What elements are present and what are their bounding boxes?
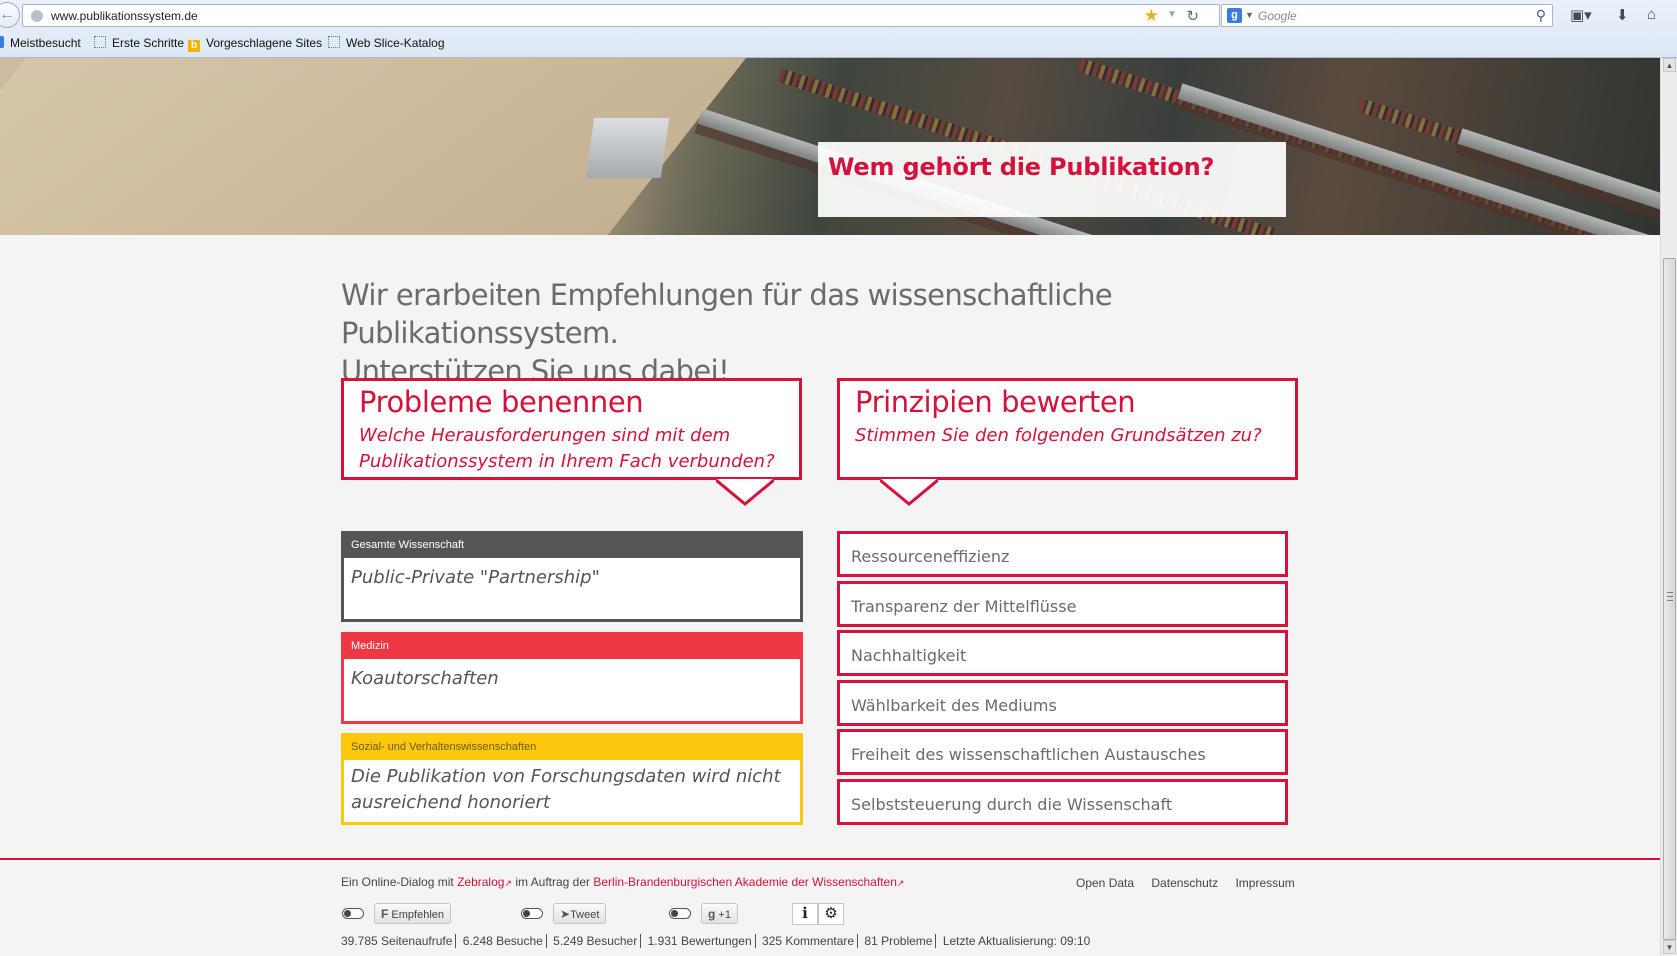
- problem-card[interactable]: Gesamte Wissenschaft Public-Private "Par…: [341, 531, 803, 622]
- twitter-toggle[interactable]: [521, 908, 543, 919]
- browser-toolbar: ← www.publikationssystem.de ★ ▼ ↻ g ▼ Go…: [0, 0, 1677, 58]
- intro-line-1: Wir erarbeiten Empfehlungen für das wiss…: [341, 278, 1113, 350]
- principles-header[interactable]: Prinzipien bewerten Stimmen Sie den folg…: [837, 378, 1298, 506]
- history-dropdown-icon[interactable]: ▼: [1167, 9, 1177, 20]
- info-icon[interactable]: ℹ: [792, 903, 818, 925]
- speech-tail: [880, 479, 938, 506]
- zebralog-link[interactable]: Zebralog: [457, 875, 504, 889]
- problems-header[interactable]: Probleme benennen Welche Herausforderung…: [341, 378, 802, 506]
- search-icon[interactable]: ⚲: [1536, 7, 1546, 24]
- principle-item[interactable]: Transparenz der Mittelflüsse: [837, 581, 1288, 627]
- hero-banner: Wem gehört die Publikation?: [0, 58, 1660, 235]
- principles-heading: Prinzipien bewerten: [855, 385, 1136, 419]
- intro-text: Wir erarbeiten Empfehlungen für das wiss…: [341, 276, 1341, 390]
- gplus-toggle[interactable]: [669, 908, 691, 919]
- open-data-link[interactable]: Open Data: [1076, 876, 1134, 890]
- external-link-icon: ↗: [896, 878, 905, 888]
- principle-item[interactable]: Freiheit des wissenschaftlichen Austausc…: [837, 729, 1288, 775]
- facebook-toggle[interactable]: [342, 908, 364, 919]
- bookmark-erste-schritte[interactable]: Erste Schritte: [94, 36, 184, 50]
- hero-image-desk: [585, 118, 670, 178]
- stat-last-update: Letzte Aktualisierung: 09:10: [942, 934, 1091, 948]
- problem-card[interactable]: Sozial- und Verhaltenswissenschaften Die…: [341, 733, 803, 825]
- problems-subheading: Welche Herausforderungen sind mit dem Pu…: [359, 425, 775, 472]
- problem-category: Sozial- und Verhaltenswissenschaften: [344, 736, 800, 760]
- bookmark-vorgeschlagene-sites[interactable]: b Vorgeschlagene Sites: [188, 36, 322, 52]
- bookmark-folder-icon: [0, 36, 4, 48]
- problem-text: Koautorschaften: [351, 668, 499, 689]
- home-icon[interactable]: ⌂: [1647, 6, 1656, 23]
- facebook-like-button[interactable]: F Empfehlen: [374, 903, 451, 924]
- reload-icon[interactable]: ↻: [1186, 7, 1199, 25]
- twitter-bird-icon: ➤: [560, 907, 571, 921]
- stat-pageviews: 39.785 Seitenaufrufe: [341, 934, 457, 948]
- speech-tail: [716, 479, 774, 506]
- impressum-link[interactable]: Impressum: [1235, 876, 1294, 890]
- tweet-button[interactable]: ➤Tweet: [553, 903, 607, 924]
- principle-item[interactable]: Wählbarkeit des Mediums: [837, 680, 1288, 726]
- search-engine-dropdown-icon[interactable]: ▼: [1245, 10, 1254, 20]
- stat-visits: 6.248 Besuche: [459, 934, 547, 948]
- gplus-button[interactable]: g +1: [701, 903, 738, 924]
- scrollbar-thumb[interactable]: [1663, 258, 1676, 940]
- url-text[interactable]: www.publikationssystem.de: [51, 9, 198, 23]
- problem-card[interactable]: Medizin Koautorschaften: [341, 632, 803, 724]
- grip-icon: [1667, 592, 1673, 601]
- page-icon: [328, 36, 340, 48]
- problem-category: Gesamte Wissenschaft: [344, 534, 800, 558]
- principle-item[interactable]: Ressourceneffizienz: [837, 531, 1288, 577]
- bing-icon: b: [188, 40, 200, 52]
- google-icon[interactable]: g: [1227, 8, 1242, 23]
- problem-text: Die Publikation von Forschungsdaten wird…: [351, 766, 781, 813]
- bookmark-meistbesucht[interactable]: Meistbesucht: [0, 36, 81, 50]
- globe-icon: [31, 10, 43, 22]
- stat-comments: 325 Kommentare: [759, 934, 859, 948]
- problem-category: Medizin: [344, 635, 800, 659]
- vertical-scrollbar[interactable]: ▲ ▼: [1660, 58, 1677, 956]
- footer-credits: Ein Online-Dialog mit Zebralog↗ im Auftr…: [341, 875, 905, 889]
- hero-title-box: Wem gehört die Publikation?: [818, 142, 1286, 217]
- principles-subheading: Stimmen Sie den folgenden Grundsätzen zu…: [855, 425, 1262, 446]
- problem-text: Public-Private "Partnership": [351, 567, 600, 588]
- bookmarks-menu-icon[interactable]: ▣▾: [1570, 6, 1592, 24]
- download-icon[interactable]: ⬇: [1616, 6, 1629, 24]
- stat-ratings: 1.931 Bewertungen: [644, 934, 756, 948]
- stat-problems: 81 Probleme: [861, 934, 937, 948]
- facebook-icon: F: [381, 907, 389, 921]
- address-bar[interactable]: www.publikationssystem.de ★ ▼ ↻: [22, 4, 1220, 27]
- bbaw-link[interactable]: Berlin-Brandenburgischen Akademie der Wi…: [593, 875, 897, 889]
- stat-visitors: 5.249 Besucher: [550, 934, 642, 948]
- problems-heading: Probleme benennen: [359, 385, 644, 419]
- search-input[interactable]: Google: [1258, 9, 1297, 23]
- principle-item[interactable]: Selbststeuerung durch die Wissenschaft: [837, 779, 1288, 825]
- external-link-icon: ↗: [504, 878, 512, 888]
- scroll-up-icon[interactable]: ▲: [1663, 58, 1676, 72]
- datenschutz-link[interactable]: Datenschutz: [1151, 876, 1218, 890]
- gplus-icon: g: [708, 907, 716, 921]
- hero-title: Wem gehört die Publikation?: [828, 153, 1215, 181]
- page-icon: [94, 36, 106, 48]
- search-bar[interactable]: g ▼ Google ⚲: [1221, 4, 1553, 27]
- bookmark-star-icon[interactable]: ★: [1144, 6, 1159, 26]
- bookmark-web-slice-katalog[interactable]: Web Slice-Katalog: [328, 36, 445, 50]
- scroll-down-icon[interactable]: ▼: [1663, 940, 1676, 954]
- principle-item[interactable]: Nachhaltigkeit: [837, 630, 1288, 676]
- footer-links: Open Data Datenschutz Impressum: [1076, 876, 1309, 890]
- back-arrow-icon[interactable]: ←: [0, 2, 20, 28]
- statistics-bar: 39.785 Seitenaufrufe 6.248 Besuche 5.249…: [341, 934, 1093, 948]
- settings-gear-icon[interactable]: ⚙: [818, 903, 844, 925]
- footer-divider: [0, 858, 1660, 860]
